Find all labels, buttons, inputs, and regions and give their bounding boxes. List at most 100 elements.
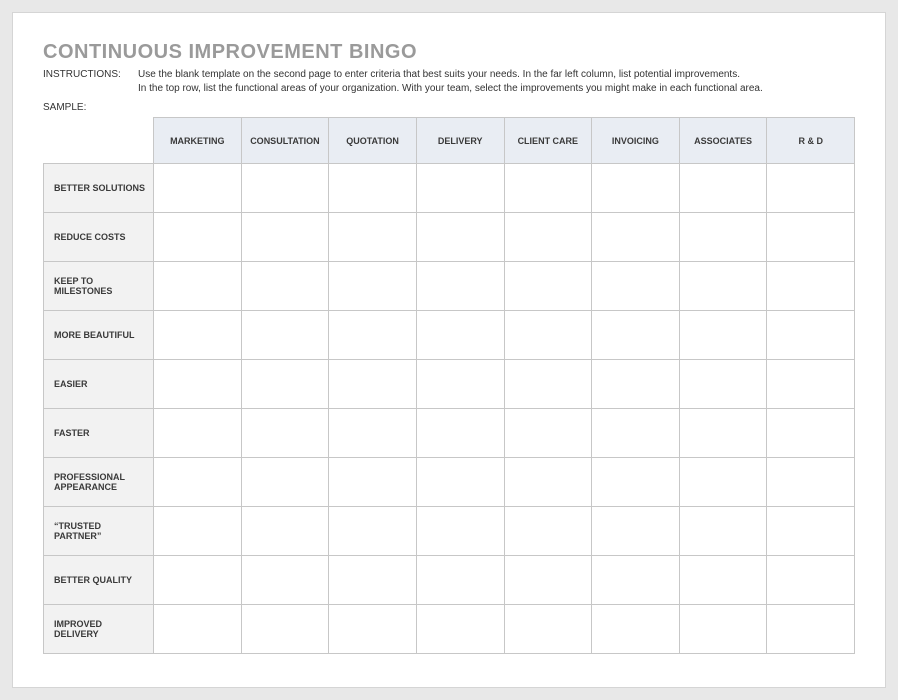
cell [241, 164, 329, 213]
instructions-text: Use the blank template on the second pag… [138, 68, 855, 96]
cell [679, 409, 767, 458]
sample-label: SAMPLE: [43, 102, 855, 113]
cell [504, 213, 592, 262]
cell [154, 311, 242, 360]
col-header: CONSULTATION [241, 118, 329, 164]
cell [416, 164, 504, 213]
cell [679, 164, 767, 213]
cell [241, 409, 329, 458]
cell [154, 458, 242, 507]
cell [241, 360, 329, 409]
table-header-row: MARKETING CONSULTATION QUOTATION DELIVER… [44, 118, 855, 164]
cell [329, 311, 417, 360]
cell [416, 213, 504, 262]
cell [592, 605, 680, 654]
cell [154, 164, 242, 213]
cell [767, 213, 855, 262]
col-header: DELIVERY [416, 118, 504, 164]
col-header: QUOTATION [329, 118, 417, 164]
cell [154, 262, 242, 311]
cell [241, 213, 329, 262]
cell [592, 507, 680, 556]
instructions-line-2: In the top row, list the functional area… [138, 82, 855, 96]
cell [592, 360, 680, 409]
cell [767, 409, 855, 458]
row-header: BETTER QUALITY [44, 556, 154, 605]
row-header: FASTER [44, 409, 154, 458]
cell [767, 360, 855, 409]
cell [416, 605, 504, 654]
cell [592, 311, 680, 360]
cell [767, 262, 855, 311]
cell [504, 164, 592, 213]
cell [767, 507, 855, 556]
cell [592, 458, 680, 507]
cell [504, 360, 592, 409]
col-header: CLIENT CARE [504, 118, 592, 164]
cell [329, 164, 417, 213]
cell [767, 556, 855, 605]
table-row: MORE BEAUTIFUL [44, 311, 855, 360]
cell [241, 311, 329, 360]
cell [767, 605, 855, 654]
cell [154, 605, 242, 654]
cell [679, 213, 767, 262]
table-row: KEEP TO MILESTONES [44, 262, 855, 311]
row-header: IMPROVED DELIVERY [44, 605, 154, 654]
table-row: BETTER QUALITY [44, 556, 855, 605]
instructions-label: INSTRUCTIONS: [43, 68, 138, 96]
cell [241, 507, 329, 556]
cell [416, 507, 504, 556]
table-row: REDUCE COSTS [44, 213, 855, 262]
row-header: MORE BEAUTIFUL [44, 311, 154, 360]
cell [329, 409, 417, 458]
table-body: BETTER SOLUTIONS REDUCE COSTS KEEP TO MI… [44, 164, 855, 654]
row-header: BETTER SOLUTIONS [44, 164, 154, 213]
col-header: ASSOCIATES [679, 118, 767, 164]
cell [592, 556, 680, 605]
cell [329, 507, 417, 556]
cell [679, 360, 767, 409]
row-header: “TRUSTED PARTNER” [44, 507, 154, 556]
cell [416, 360, 504, 409]
page-title: CONTINUOUS IMPROVEMENT BINGO [43, 41, 855, 64]
col-header: INVOICING [592, 118, 680, 164]
cell [504, 507, 592, 556]
cell [679, 458, 767, 507]
cell [329, 605, 417, 654]
cell [241, 262, 329, 311]
cell [504, 458, 592, 507]
cell [767, 458, 855, 507]
table-corner-cell [44, 118, 154, 164]
cell [329, 360, 417, 409]
cell [329, 213, 417, 262]
table-row: IMPROVED DELIVERY [44, 605, 855, 654]
cell [329, 458, 417, 507]
cell [416, 409, 504, 458]
cell [679, 556, 767, 605]
col-header: R & D [767, 118, 855, 164]
cell [592, 213, 680, 262]
cell [679, 262, 767, 311]
instructions-line-1: Use the blank template on the second pag… [138, 68, 855, 82]
cell [154, 360, 242, 409]
row-header: PROFESSIONAL APPEARANCE [44, 458, 154, 507]
cell [154, 507, 242, 556]
cell [416, 458, 504, 507]
table-row: EASIER [44, 360, 855, 409]
cell [241, 458, 329, 507]
table-row: PROFESSIONAL APPEARANCE [44, 458, 855, 507]
cell [154, 556, 242, 605]
cell [329, 556, 417, 605]
cell [504, 605, 592, 654]
cell [416, 556, 504, 605]
cell [504, 311, 592, 360]
cell [767, 311, 855, 360]
col-header: MARKETING [154, 118, 242, 164]
instructions-row: INSTRUCTIONS: Use the blank template on … [43, 68, 855, 96]
cell [679, 311, 767, 360]
row-header: KEEP TO MILESTONES [44, 262, 154, 311]
cell [241, 605, 329, 654]
cell [592, 262, 680, 311]
table-row: BETTER SOLUTIONS [44, 164, 855, 213]
